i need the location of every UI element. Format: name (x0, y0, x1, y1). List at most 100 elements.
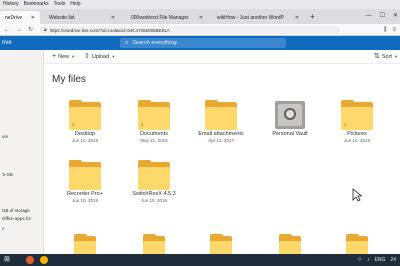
folder-tile-recorder-pro[interactable]: Recorder Pro+ Jun 10, 2019 (55, 158, 115, 218)
menu-tools[interactable]: Tools (54, 0, 66, 9)
folder-icon: 5 (138, 100, 170, 130)
sort-button[interactable]: ⇅ Sort ▼ (374, 52, 398, 62)
new-tab-button[interactable]: + (310, 12, 315, 22)
new-label: New (58, 54, 70, 60)
menu-bar: History Bookmarks Tools Help (0, 0, 400, 9)
folder-tile-desktop[interactable]: 3 Desktop Jun 10, 2019 (55, 98, 115, 158)
menu-bookmarks[interactable]: Bookmarks (24, 0, 49, 9)
window-controls: — ☐ ✕ (366, 11, 398, 21)
search-box[interactable]: ⌕ Search everything (120, 38, 286, 48)
folder-icon (205, 100, 237, 130)
system-tray: ⌔ ♪ ENG 24 (357, 256, 396, 264)
close-window-icon[interactable]: ✕ (393, 11, 398, 21)
menu-help[interactable]: Help (70, 0, 80, 9)
nav-buttons: ← → ↻ (4, 25, 33, 35)
network-icon[interactable]: ⌔ (357, 256, 362, 264)
address-bar[interactable]: 🔒︎ https://onedrive.live.com/?id=root&ci… (40, 26, 340, 34)
library-icon[interactable]: ⫼ (384, 25, 387, 35)
tab-onedrive[interactable]: neDrive ✕ (0, 11, 40, 24)
tab-file-manager[interactable]: 000webhost File Manager ✕ (126, 11, 208, 24)
close-icon[interactable]: ✕ (111, 15, 115, 21)
refresh-icon[interactable]: ↻ (28, 25, 33, 35)
folder-tile[interactable] (191, 232, 251, 254)
windows-icon[interactable]: ⊞ (4, 256, 10, 264)
sort-icon: ⇅ (374, 53, 380, 60)
folder-tile[interactable] (124, 232, 184, 254)
upload-icon: ⇧ (84, 53, 90, 60)
item-name: Personal Vault (272, 131, 308, 137)
taskbar: ⊞ ⌔ ♪ ENG 24 (0, 254, 400, 266)
search-icon: ⌕ (125, 39, 129, 46)
vault-tile-personal-vault[interactable]: Personal Vault (260, 98, 320, 158)
nav-link[interactable]: e (2, 226, 5, 231)
tab-bar: neDrive ✕ Website list ✕ 000webhost File… (0, 9, 400, 24)
folder-icon (138, 160, 170, 190)
item-date: Jun 10, 2019 (140, 198, 168, 203)
upload-button[interactable]: ⇧ Upload ▼ (84, 52, 115, 62)
folder-tile[interactable] (260, 232, 320, 254)
folder-tile-switchresx[interactable]: SwitchResX 4.5.3 Jun 10, 2019 (124, 158, 184, 218)
item-name: Pictures (347, 131, 367, 137)
minimize-icon[interactable]: — (366, 11, 372, 21)
onedrive-header: rive ⌕ Search everything (0, 36, 400, 50)
folder-icon: 3 (69, 100, 101, 130)
toolbar-right: ⫼ ≡ (384, 25, 396, 35)
address-text: https://onedrive.live.com/?id=root&cid=9… (49, 27, 170, 33)
new-button[interactable]: + New ▼ (52, 52, 75, 62)
folder-icon (74, 234, 96, 254)
folder-icon (210, 234, 232, 254)
navigation-bar: ← → ↻ 🔒︎ https://onedrive.live.com/?id=r… (0, 24, 400, 36)
item-date: Jun 10, 2019 (71, 138, 99, 143)
mouse-cursor-icon (352, 188, 362, 202)
folder-icon: 4 (341, 100, 373, 130)
tab-label: Website list (49, 14, 75, 21)
close-icon[interactable]: ✕ (295, 15, 299, 21)
page-title: My files (52, 74, 86, 85)
folder-tile-pictures[interactable]: 4 Pictures Jun 10, 2019 (327, 98, 387, 158)
tab-label: wikiHow - Just another WordP (217, 14, 284, 21)
menu-icon[interactable]: ≡ (392, 25, 396, 35)
item-count: 4 (344, 122, 347, 127)
file-explorer-icon[interactable] (40, 256, 48, 264)
maximize-icon[interactable]: ☐ (380, 11, 385, 21)
folder-icon (143, 234, 165, 254)
item-date: May 21, 2015 (140, 138, 168, 143)
close-icon[interactable]: ✕ (31, 15, 35, 21)
tab-wikihow[interactable]: wikiHow - Just another WordP ✕ (212, 11, 304, 24)
volume-icon[interactable]: ♪ (367, 256, 370, 264)
folder-icon (279, 234, 301, 254)
plus-icon: + (52, 53, 57, 60)
language-indicator[interactable]: ENG (375, 256, 386, 264)
tab-label: neDrive (5, 14, 23, 21)
folder-tile[interactable] (327, 232, 387, 254)
folder-tile-email-attachments[interactable]: Email attachments Apr 12, 2017 (191, 98, 251, 158)
item-date: Jun 10, 2019 (71, 198, 99, 203)
folder-icon (69, 160, 101, 190)
tab-website-list[interactable]: Website list ✕ (44, 11, 120, 24)
firefox-icon[interactable] (26, 256, 34, 264)
forward-arrow-icon[interactable]: → (16, 25, 22, 35)
nav-storage-total: GB of storage (2, 208, 30, 213)
folder-tile[interactable] (55, 232, 115, 254)
tab-label: 000webhost File Manager (131, 14, 189, 21)
item-count: 5 (141, 122, 144, 127)
folder-icon (346, 234, 368, 254)
item-name: Recorder Pro+ (67, 191, 103, 197)
menu-history[interactable]: History (3, 0, 19, 9)
nav-premium-text: um (2, 134, 9, 139)
vault-icon (275, 101, 305, 129)
item-name: Documents (140, 131, 168, 137)
left-navigation: um 's GB GB of storage Office apps for e (0, 50, 44, 254)
app-brand[interactable]: rive (2, 38, 12, 48)
folder-tile-documents[interactable]: 5 Documents May 21, 2015 (124, 98, 184, 158)
command-bar: + New ▼ ⇧ Upload ▼ ⇅ Sort ▼ (44, 50, 400, 64)
back-arrow-icon[interactable]: ← (4, 25, 10, 35)
close-icon[interactable]: ✕ (199, 15, 203, 21)
chevron-down-icon: ▼ (111, 54, 116, 59)
chevron-down-icon: ▼ (393, 54, 398, 59)
clock[interactable]: 24 (390, 256, 396, 264)
item-name: Desktop (74, 131, 96, 137)
nav-office-apps: Office apps for (2, 216, 32, 221)
item-name: Email attachments (198, 131, 244, 137)
sort-label: Sort (381, 54, 392, 60)
